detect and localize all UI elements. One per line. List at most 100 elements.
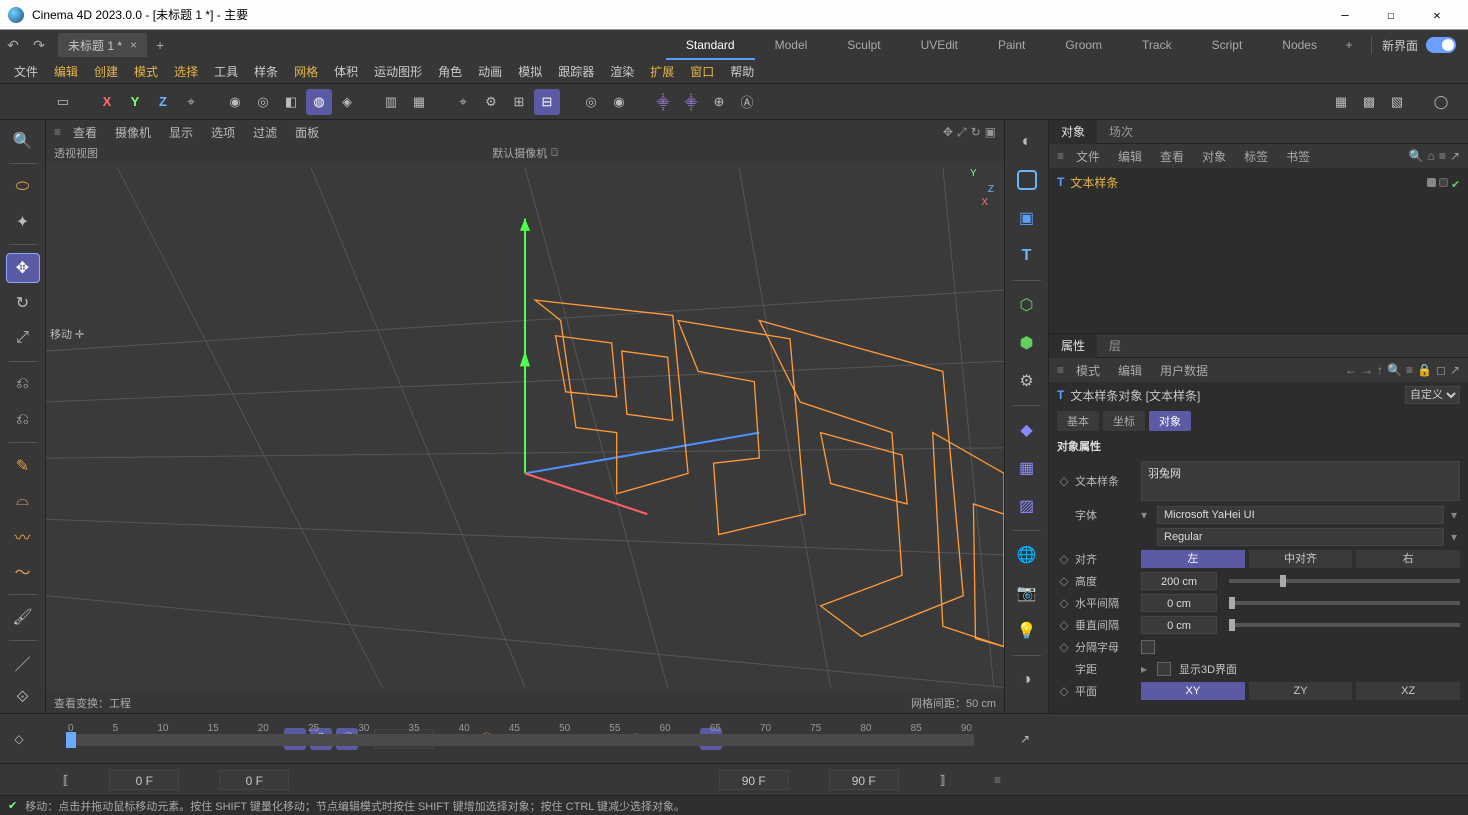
vp-menu-cameras[interactable]: 摄像机 bbox=[109, 122, 157, 143]
layout-tab-track[interactable]: Track bbox=[1122, 30, 1192, 60]
om-menu-view[interactable]: 查看 bbox=[1154, 146, 1190, 167]
attr-popout-icon[interactable]: ↗ bbox=[1450, 363, 1460, 377]
prop-sep-checkbox[interactable] bbox=[1141, 640, 1155, 654]
menu-file[interactable]: 文件 bbox=[8, 60, 44, 83]
brush-icon[interactable]: 🖌 bbox=[6, 603, 40, 632]
align-left-button[interactable]: 左 bbox=[1141, 550, 1245, 568]
tree-item-text-spline[interactable]: T 文本样条 ✔ bbox=[1057, 172, 1460, 192]
tag2-icon[interactable]: Ⓐ bbox=[734, 89, 760, 115]
range-start-bracket[interactable]: ⟦ bbox=[62, 773, 69, 787]
tab-layers[interactable]: 层 bbox=[1097, 334, 1133, 358]
timeline-popout-icon[interactable]: ↗ bbox=[1014, 728, 1036, 750]
range-start-2[interactable]: 0 F bbox=[219, 770, 289, 790]
volume-icon[interactable]: ◆ bbox=[1011, 414, 1043, 446]
deform2-icon[interactable]: ▦ bbox=[406, 89, 432, 115]
plane-zy-button[interactable]: ZY bbox=[1249, 682, 1353, 700]
prop-height-value[interactable]: 200 cm bbox=[1141, 572, 1217, 590]
quantize-icon[interactable]: ⊟ bbox=[534, 89, 560, 115]
vp-nav-orbit-icon[interactable]: ↻ bbox=[971, 125, 981, 140]
menu-select[interactable]: 选择 bbox=[168, 60, 204, 83]
tag1-icon[interactable]: ⊕ bbox=[706, 89, 732, 115]
viewport-camera[interactable]: 默认摄像机 ⌼ bbox=[492, 145, 558, 161]
tab-takes[interactable]: 场次 bbox=[1097, 120, 1145, 144]
frame-icon[interactable] bbox=[1011, 164, 1043, 196]
attr-back-icon[interactable]: ← bbox=[1345, 363, 1357, 377]
menu-extensions[interactable]: 扩展 bbox=[644, 60, 680, 83]
prop-hspace-value[interactable]: 0 cm bbox=[1141, 594, 1217, 612]
vp-menu-view[interactable]: 查看 bbox=[67, 122, 103, 143]
attr-menu-icon[interactable]: ≡ bbox=[1406, 363, 1413, 377]
spline-pen-icon[interactable]: ✎ bbox=[6, 451, 40, 480]
prop-vspace-value[interactable]: 0 cm bbox=[1141, 616, 1217, 634]
timeline-ruler[interactable]: 0510 152025 303540 455055 606570 758085 … bbox=[66, 723, 974, 757]
scene-icon[interactable]: ▦ bbox=[1011, 452, 1043, 484]
spline-smooth-icon[interactable]: 〜 bbox=[6, 557, 40, 586]
cube-primitive-icon[interactable]: ▣ bbox=[1011, 202, 1043, 234]
attr-menu-edit[interactable]: 编辑 bbox=[1112, 360, 1148, 381]
undo-icon[interactable]: ↶ bbox=[0, 37, 26, 54]
show3d-checkbox[interactable] bbox=[1157, 662, 1171, 676]
vp-menu-panel[interactable]: 面板 bbox=[289, 122, 325, 143]
object-tree[interactable]: T 文本样条 ✔ bbox=[1049, 168, 1468, 333]
layer-dot[interactable] bbox=[1427, 178, 1436, 187]
vp-nav-pan-icon[interactable]: ✥ bbox=[943, 125, 953, 140]
vp-menu-options[interactable]: 选项 bbox=[205, 122, 241, 143]
axis-z-toggle[interactable]: Z bbox=[150, 89, 176, 115]
axis-gizmo[interactable]: Y Z X bbox=[952, 170, 992, 210]
cloner-icon[interactable]: ⬡ bbox=[1011, 289, 1043, 321]
field2-icon[interactable]: ⸎ bbox=[678, 89, 704, 115]
menu-volume[interactable]: 体积 bbox=[328, 60, 364, 83]
om-menu-file[interactable]: 文件 bbox=[1070, 146, 1106, 167]
attr-search-icon[interactable]: 🔍 bbox=[1387, 363, 1402, 377]
attr-mode-select[interactable]: 自定义 bbox=[1405, 386, 1460, 404]
expand-icon[interactable]: ▾ bbox=[1141, 508, 1153, 522]
align-center-button[interactable]: 中对齐 bbox=[1249, 550, 1353, 568]
menu-simulate[interactable]: 模拟 bbox=[512, 60, 548, 83]
prim-sphere-icon[interactable]: ◎ bbox=[250, 89, 276, 115]
attr-up-icon[interactable]: ↑ bbox=[1377, 363, 1383, 377]
add-layout-icon[interactable]: + bbox=[1337, 38, 1361, 52]
attr-lock-icon[interactable]: 🔒 bbox=[1417, 363, 1432, 377]
camera-icon[interactable]: 📷 bbox=[1011, 577, 1043, 609]
om-popout-icon[interactable]: ↗ bbox=[1450, 149, 1460, 163]
menu-edit[interactable]: 编辑 bbox=[48, 60, 84, 83]
om-filter-icon[interactable]: ≡ bbox=[1439, 149, 1446, 163]
add-tab-button[interactable]: + bbox=[147, 37, 173, 53]
visibility-dot[interactable] bbox=[1439, 178, 1448, 187]
document-tab[interactable]: 未标题 1 * × bbox=[58, 33, 147, 57]
new-ui-toggle[interactable]: 新界面 bbox=[1382, 37, 1468, 54]
layout-tab-nodes[interactable]: Nodes bbox=[1262, 30, 1337, 60]
spline-sketch-icon[interactable]: 〰 bbox=[6, 521, 40, 550]
redo-icon[interactable]: ↷ bbox=[26, 37, 52, 54]
gear-icon[interactable]: ⚙ bbox=[1011, 365, 1043, 397]
text-icon[interactable]: T bbox=[1011, 240, 1043, 272]
menu-character[interactable]: 角色 bbox=[432, 60, 468, 83]
om-home-icon[interactable]: ⌂ bbox=[1428, 149, 1435, 163]
prim-other-icon[interactable]: ◈ bbox=[334, 89, 360, 115]
render-settings-icon[interactable]: ▩ bbox=[1356, 89, 1382, 115]
vp-nav-zoom-icon[interactable]: ⤢ bbox=[957, 125, 967, 140]
menu-render[interactable]: 渲染 bbox=[604, 60, 640, 83]
light-icon[interactable]: 💡 bbox=[1011, 615, 1043, 647]
menu-create[interactable]: 创建 bbox=[88, 60, 124, 83]
prim-plane-icon[interactable]: ◧ bbox=[278, 89, 304, 115]
prop-font-value[interactable]: Microsoft YaHei UI bbox=[1157, 506, 1444, 524]
search-icon[interactable]: 🔍 bbox=[6, 126, 40, 155]
history-palette-icon[interactable]: ◐ bbox=[1011, 126, 1043, 158]
effector-icon[interactable]: ⬢ bbox=[1011, 327, 1043, 359]
menu-tracker[interactable]: 跟踪器 bbox=[552, 60, 600, 83]
deform-icon[interactable]: ▥ bbox=[378, 89, 404, 115]
attr-fwd-icon[interactable]: → bbox=[1361, 363, 1373, 377]
snap-settings-icon[interactable]: ⚙ bbox=[478, 89, 504, 115]
style-dropdown-icon[interactable]: ▾ bbox=[1448, 530, 1460, 544]
grid-icon[interactable]: ⊞ bbox=[506, 89, 532, 115]
viewport-3d[interactable]: Y Z X 移动 ✛ bbox=[46, 162, 1004, 693]
prop-height-slider[interactable] bbox=[1229, 579, 1460, 583]
attr-new-icon[interactable]: ◻ bbox=[1436, 363, 1446, 377]
range-end-bracket[interactable]: ⟧ bbox=[939, 773, 946, 787]
field-icon[interactable]: ⸎ bbox=[650, 89, 676, 115]
maximize-button[interactable]: ☐ bbox=[1368, 0, 1414, 30]
sym-on-icon[interactable]: ◉ bbox=[606, 89, 632, 115]
menu-mode[interactable]: 模式 bbox=[128, 60, 164, 83]
vp-menu-display[interactable]: 显示 bbox=[163, 122, 199, 143]
